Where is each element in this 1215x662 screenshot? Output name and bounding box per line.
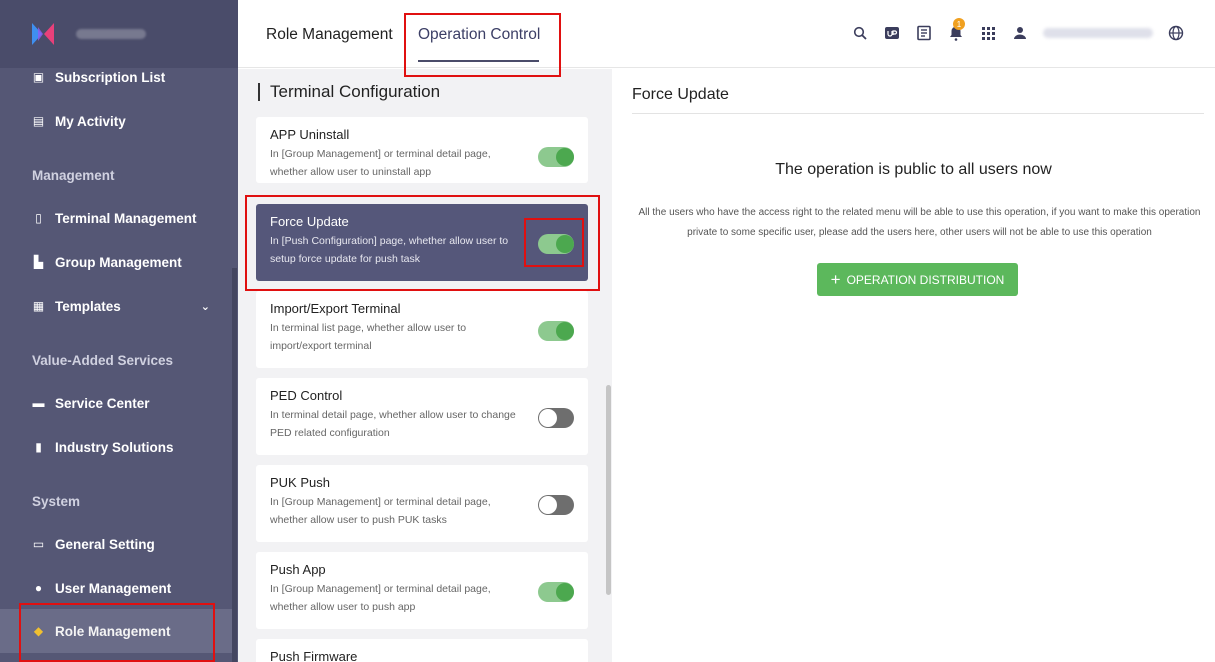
config-card-app-uninstall[interactable]: APP Uninstall In [Group Management] or t… xyxy=(256,117,588,183)
notification-bell-icon[interactable]: 1 xyxy=(947,18,965,42)
apps-grid-icon[interactable] xyxy=(979,24,997,42)
tab-role-management[interactable]: Role Management xyxy=(266,26,393,44)
app-name-blurred xyxy=(76,29,146,39)
toggle-knob xyxy=(556,235,574,253)
header-icons: 1 xyxy=(851,18,1185,42)
card-title: APP Uninstall xyxy=(270,127,350,142)
card-description: In terminal detail page, whether allow u… xyxy=(270,409,516,439)
section-value-added-services: Value-Added Services xyxy=(32,353,174,368)
app-logo xyxy=(30,21,56,47)
toggle-switch[interactable] xyxy=(538,582,574,602)
section-management: Management xyxy=(32,168,115,183)
industry-icon: ▮ xyxy=(35,440,42,454)
card-title: PUK Push xyxy=(270,475,330,490)
toggle-switch[interactable] xyxy=(538,408,574,428)
card-description: In [Group Management] or terminal detail… xyxy=(270,583,491,613)
section-title: Terminal Configuration xyxy=(258,83,440,101)
card-title: PED Control xyxy=(270,388,343,403)
sidebar-item-subscription-list[interactable]: ▣ Subscription List xyxy=(0,55,232,99)
card-title: Force Update xyxy=(270,214,349,229)
config-card-push-app[interactable]: Push App In [Group Management] or termin… xyxy=(256,552,588,629)
toggle-knob xyxy=(556,583,574,601)
notification-badge: 1 xyxy=(953,18,965,30)
sidebar-item-user-management[interactable]: ● User Management xyxy=(0,566,232,610)
terminal-icon: ▯ xyxy=(35,211,42,225)
sidebar-item-label: General Setting xyxy=(55,536,155,552)
public-status-heading: The operation is public to all users now xyxy=(775,161,1052,178)
terminal-configuration-panel: Terminal Configuration APP Uninstall In … xyxy=(238,69,612,662)
sidebar-item-group-management[interactable]: ▙ Group Management xyxy=(0,240,232,284)
operation-detail-panel: Force Update The operation is public to … xyxy=(612,69,1215,662)
public-status-description: All the users who have the access right … xyxy=(638,207,1201,238)
sidebar-item-label: Terminal Management xyxy=(55,210,197,226)
panel-scrollbar[interactable] xyxy=(606,385,611,595)
globe-icon[interactable] xyxy=(1167,24,1185,42)
sidebar-item-industry-solutions[interactable]: ▮ Industry Solutions xyxy=(0,425,232,469)
role-icon: ◆ xyxy=(33,624,44,638)
divider xyxy=(632,113,1204,114)
sidebar-item-terminal-management[interactable]: ▯ Terminal Management xyxy=(0,196,232,240)
card-description: In terminal list page, whether allow use… xyxy=(270,322,467,352)
sidebar: ▣ Subscription List ▤ My Activity Manage… xyxy=(0,0,238,662)
sidebar-item-label: My Activity xyxy=(55,113,126,129)
card-title: Push Firmware xyxy=(270,649,358,662)
toggle-knob xyxy=(539,496,557,514)
config-card-push-firmware[interactable]: Push Firmware xyxy=(256,639,588,662)
user-name-blurred[interactable] xyxy=(1043,28,1153,38)
sidebar-item-label: Industry Solutions xyxy=(55,439,174,455)
active-tab-indicator xyxy=(418,60,539,62)
activity-icon: ▤ xyxy=(32,114,45,128)
sidebar-item-service-center[interactable]: ▬ Service Center xyxy=(0,381,232,425)
card-description: In [Push Configuration] page, whether al… xyxy=(270,235,509,265)
toggle-switch[interactable] xyxy=(538,321,574,341)
header: Role Management Operation Control 1 xyxy=(238,0,1215,68)
toggle-switch[interactable] xyxy=(538,147,574,167)
sidebar-item-role-management[interactable]: ◆ Role Management xyxy=(0,609,232,653)
toggle-knob xyxy=(539,409,557,427)
button-label: OPERATION DISTRIBUTION xyxy=(846,272,1005,287)
card-title: Push App xyxy=(270,562,326,577)
chevron-down-icon[interactable]: ⌄ xyxy=(201,300,210,313)
group-icon: ▙ xyxy=(33,255,44,269)
tab-operation-control[interactable]: Operation Control xyxy=(418,26,540,44)
sidebar-item-label: Group Management xyxy=(55,254,182,270)
sidebar-item-label: Subscription List xyxy=(55,69,166,85)
search-icon[interactable] xyxy=(851,24,869,42)
sidebar-scrollbar[interactable] xyxy=(232,268,237,662)
sidebar-item-templates[interactable]: ▦ Templates ⌄ xyxy=(0,284,232,328)
config-card-ped-control[interactable]: PED Control In terminal detail page, whe… xyxy=(256,378,588,455)
toggle-knob xyxy=(556,322,574,340)
config-card-puk-push[interactable]: PUK Push In [Group Management] or termin… xyxy=(256,465,588,542)
card-description: In [Group Management] or terminal detail… xyxy=(270,496,491,526)
subscription-icon: ▣ xyxy=(32,70,45,84)
sidebar-item-my-activity[interactable]: ▤ My Activity xyxy=(0,99,232,143)
sidebar-item-label: User Management xyxy=(55,580,172,596)
user-icon: ● xyxy=(34,581,43,595)
toggle-switch[interactable] xyxy=(538,495,574,515)
news-icon[interactable] xyxy=(915,24,933,42)
card-description: In [Group Management] or terminal detail… xyxy=(270,148,491,178)
section-system: System xyxy=(32,494,81,509)
sidebar-item-label: Role Management xyxy=(55,623,171,639)
plus-icon: + xyxy=(830,269,841,289)
operation-distribution-button[interactable]: + OPERATION DISTRIBUTION xyxy=(817,263,1018,296)
card-title: Import/Export Terminal xyxy=(270,301,401,316)
config-card-force-update[interactable]: Force Update In [Push Configuration] pag… xyxy=(256,204,588,281)
sidebar-item-label: Templates xyxy=(55,298,121,314)
sidebar-item-label: Service Center xyxy=(55,395,150,411)
user-avatar-icon[interactable] xyxy=(1011,24,1029,42)
templates-icon: ▦ xyxy=(32,299,45,313)
toggle-knob xyxy=(556,148,574,166)
sidebar-item-general-setting[interactable]: ▭ General Setting xyxy=(0,522,232,566)
detail-title: Force Update xyxy=(632,86,729,103)
upload-icon[interactable] xyxy=(883,24,901,42)
service-icon: ▬ xyxy=(32,396,45,410)
config-card-import-export-terminal[interactable]: Import/Export Terminal In terminal list … xyxy=(256,291,588,368)
settings-icon: ▭ xyxy=(32,537,45,551)
toggle-switch[interactable] xyxy=(538,234,574,254)
